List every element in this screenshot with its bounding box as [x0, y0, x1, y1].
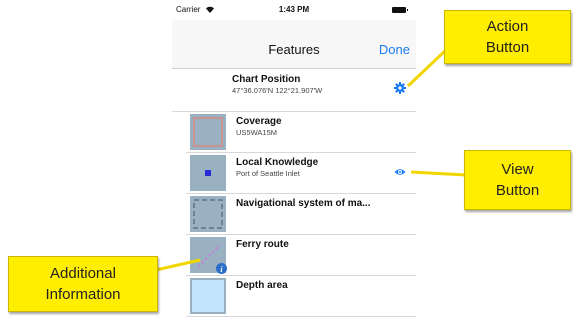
list-item-coverage[interactable]: Coverage US5WA15M [186, 112, 416, 153]
done-button[interactable]: Done [379, 42, 410, 57]
row-text: Depth area [236, 280, 394, 291]
view-button-callout: View Button [464, 150, 571, 210]
point-symbol-icon [205, 170, 211, 176]
callout-line: Action [486, 18, 529, 35]
eye-icon[interactable] [394, 166, 406, 178]
callout-line: Button [485, 39, 530, 56]
info-icon[interactable]: i [216, 263, 227, 274]
phone-screen: Carrier 1:43 PM Features Done Chart Posi… [172, 0, 416, 318]
callout-line: Additional [50, 265, 116, 282]
row-text: Coverage US5WA15M [236, 116, 394, 137]
row-text: Chart Position 47°36.076'N 122°21.907'W [232, 74, 394, 95]
row-title: Depth area [236, 280, 288, 291]
row-text: Ferry route [236, 239, 394, 250]
list-item-chart-position[interactable]: Chart Position 47°36.076'N 122°21.907'W [172, 69, 416, 112]
row-subtitle: Port of Seattle Inlet [236, 169, 300, 178]
battery-icon [392, 7, 408, 13]
row-title: Local Knowledge [236, 157, 319, 168]
additional-information-callout: Additional Information [8, 256, 158, 312]
list-item-depth-area[interactable]: Depth area [186, 276, 416, 317]
row-title: Navigational system of ma... [236, 198, 371, 209]
list-item-ferry-route[interactable]: i Ferry route [186, 235, 416, 276]
callout-line: Button [495, 182, 540, 199]
gear-icon[interactable] [394, 82, 406, 94]
callout-line: Information [45, 286, 121, 303]
action-button-callout: Action Button [444, 10, 571, 64]
row-title: Ferry route [236, 239, 289, 250]
navigational-system-thumbnail [190, 196, 226, 232]
row-subtitle: US5WA15M [236, 128, 277, 137]
row-text: Local Knowledge Port of Seattle Inlet [236, 157, 394, 178]
status-bar: Carrier 1:43 PM [172, 0, 416, 20]
coverage-symbol-icon [193, 117, 223, 147]
view-connector [410, 170, 467, 177]
row-title: Coverage [236, 116, 282, 127]
coverage-thumbnail [190, 114, 226, 150]
depth-area-thumbnail [190, 278, 226, 314]
dashed-area-icon [193, 199, 223, 229]
row-text: Navigational system of ma... [236, 198, 394, 209]
features-list: Chart Position 47°36.076'N 122°21.907'W [172, 69, 416, 317]
local-knowledge-thumbnail [190, 155, 226, 191]
row-title: Chart Position [232, 74, 301, 85]
status-time: 1:43 PM [278, 5, 310, 14]
list-item-local-knowledge[interactable]: Local Knowledge Port of Seattle Inlet [186, 153, 416, 194]
row-subtitle: 47°36.076'N 122°21.907'W [232, 86, 323, 95]
callout-line: View [501, 161, 534, 178]
nav-bar: Features Done [172, 20, 416, 69]
list-item-navigational-system[interactable]: Navigational system of ma... [186, 194, 416, 235]
